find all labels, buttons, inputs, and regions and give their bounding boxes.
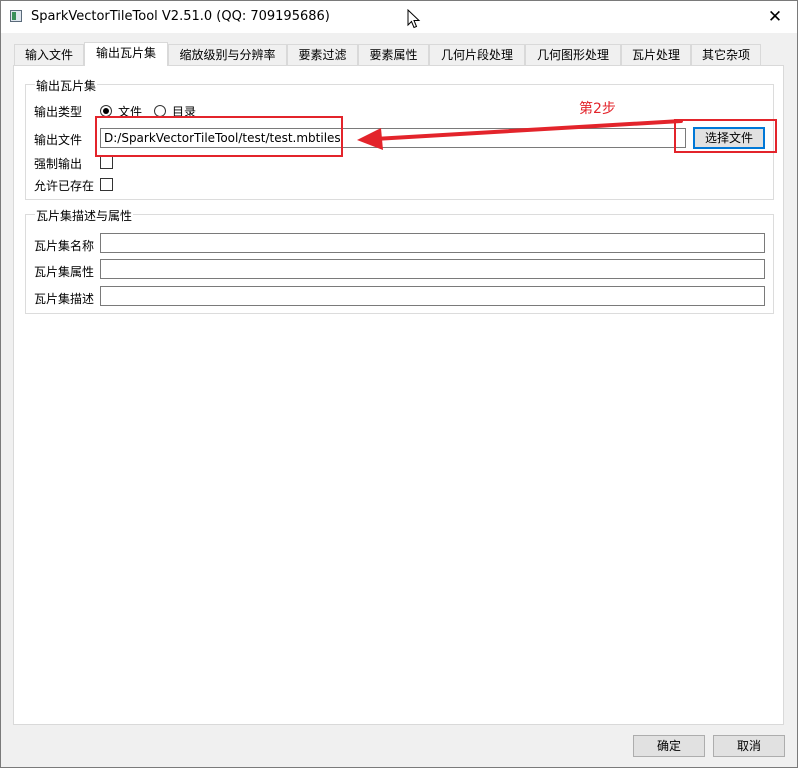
tab-zoom-resolution[interactable]: 缩放级别与分辨率 xyxy=(168,44,287,65)
allow-existing-label: 允许已存在 xyxy=(34,179,95,193)
output-file-label: 输出文件 xyxy=(34,133,83,147)
app-window-icon xyxy=(10,10,22,22)
tileset-desc-label: 瓦片集描述 xyxy=(34,292,95,306)
mouse-cursor-icon xyxy=(407,9,421,29)
tab-geometry-fragment[interactable]: 几何片段处理 xyxy=(429,44,525,65)
tileset-name-input[interactable] xyxy=(100,233,765,253)
tab-geometry-shape[interactable]: 几何图形处理 xyxy=(525,44,621,65)
tileset-attr-input[interactable] xyxy=(100,259,765,279)
tileset-desc-input[interactable] xyxy=(100,286,765,306)
annotation-box-output-file xyxy=(95,116,343,157)
allow-existing-checkbox[interactable] xyxy=(100,178,113,191)
window-title: SparkVectorTileTool V2.51.0 (QQ: 7091956… xyxy=(31,9,330,24)
dialog-footer: 确定 取消 xyxy=(1,731,797,767)
desc-group-title: 瓦片集描述与属性 xyxy=(35,207,134,224)
tileset-attr-label: 瓦片集属性 xyxy=(34,265,95,279)
annotation-arrow-icon xyxy=(357,119,683,150)
title-bar: SparkVectorTileTool V2.51.0 (QQ: 7091956… xyxy=(1,1,797,33)
cancel-button[interactable]: 取消 xyxy=(713,735,785,757)
tileset-description-group: 瓦片集描述与属性 瓦片集名称 瓦片集属性 瓦片集描述 xyxy=(25,207,774,314)
tab-feature-attributes[interactable]: 要素属性 xyxy=(358,44,429,65)
output-group-title: 输出瓦片集 xyxy=(35,77,98,94)
force-output-checkbox[interactable] xyxy=(100,156,113,169)
close-icon[interactable]: ✕ xyxy=(753,1,797,33)
tileset-name-label: 瓦片集名称 xyxy=(34,239,95,253)
ok-button[interactable]: 确定 xyxy=(633,735,705,757)
force-output-label: 强制输出 xyxy=(34,157,83,171)
tab-feature-filter[interactable]: 要素过滤 xyxy=(287,44,358,65)
main-window: SparkVectorTileTool V2.51.0 (QQ: 7091956… xyxy=(0,0,798,768)
tab-misc[interactable]: 其它杂项 xyxy=(691,44,761,65)
tab-panel: 输出瓦片集 输出类型 文件 目录 输出文件 D:/SparkVectorTile… xyxy=(13,65,784,725)
output-type-label: 输出类型 xyxy=(34,105,83,119)
tab-tile-processing[interactable]: 瓦片处理 xyxy=(621,44,691,65)
tab-output-tileset[interactable]: 输出瓦片集 xyxy=(84,42,168,66)
tab-input-file[interactable]: 输入文件 xyxy=(14,44,84,65)
